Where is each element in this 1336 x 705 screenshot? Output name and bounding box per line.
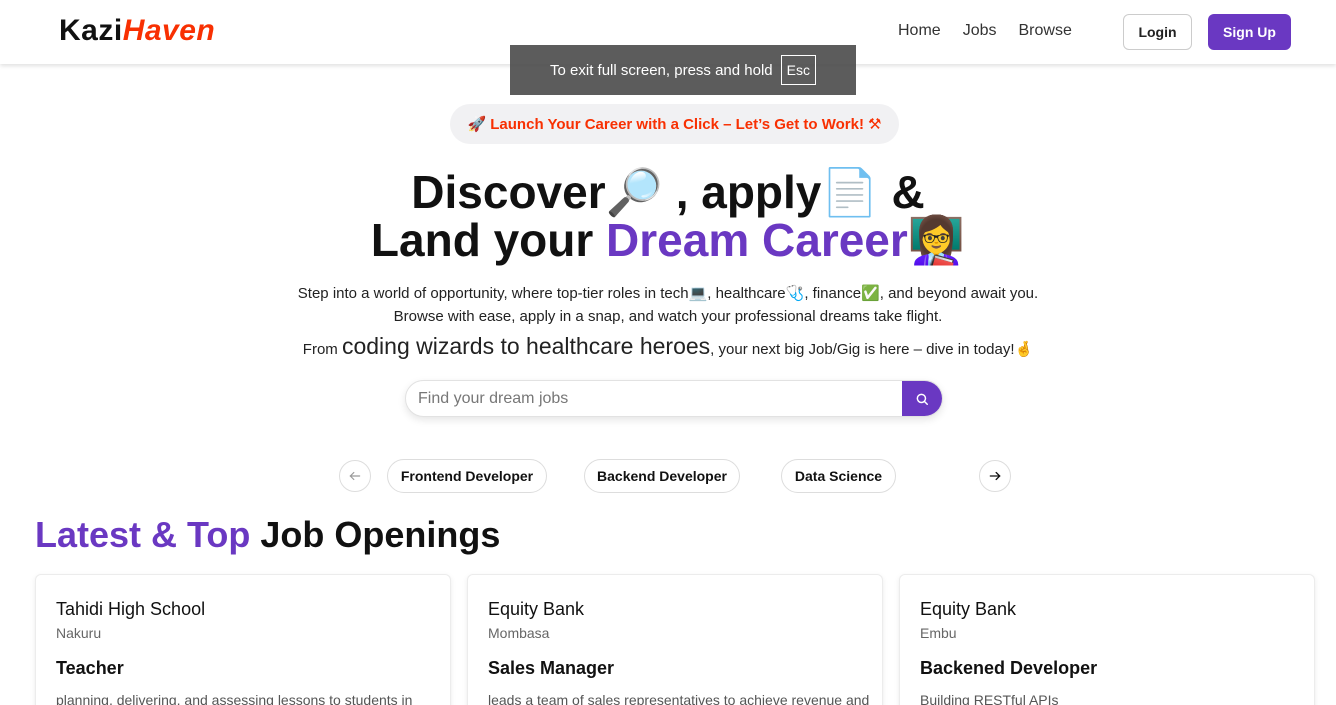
tools-icon: ⚒ xyxy=(867,115,882,133)
nav-link-jobs[interactable]: Jobs xyxy=(963,22,997,40)
section-title-rest: Job Openings xyxy=(260,514,501,555)
desc3-highlight: coding wizards to healthcare heroes xyxy=(341,333,711,359)
document-icon: 📄 xyxy=(821,165,879,219)
hero-description-line1: Step into a world of opportunity, where … xyxy=(0,284,1336,302)
heading-discover: Discover xyxy=(411,166,606,218)
job-description: leads a team of sales representatives to… xyxy=(488,692,870,705)
desc1-b: , healthcare xyxy=(707,285,786,302)
section-title-accent: Latest & Top xyxy=(35,514,251,555)
job-description: planning, delivering, and assessing less… xyxy=(56,692,413,705)
hero-description-line3: From coding wizards to healthcare heroes… xyxy=(0,333,1336,360)
category-chip-data-science[interactable]: Data Science xyxy=(781,459,896,493)
job-company: Tahidi High School xyxy=(56,599,206,619)
job-title: Backened Developer xyxy=(920,658,1098,678)
magnifier-icon: 🔎 xyxy=(605,165,663,219)
hero-heading-line2: Land your Dream Career👩‍🏫 xyxy=(0,214,1336,266)
desc3-prefix: From xyxy=(302,341,338,358)
job-company: Equity Bank xyxy=(920,599,1017,619)
heading-apply: , apply xyxy=(675,166,822,218)
fullscreen-exit-toast: To exit full screen, press and hold Esc xyxy=(510,45,856,95)
job-title: Teacher xyxy=(56,658,124,678)
teacher-icon: 👩‍🏫 xyxy=(907,213,966,267)
stethoscope-icon: 🩺 xyxy=(785,284,805,302)
job-card[interactable]: Tahidi High School Nakuru Teacher planni… xyxy=(35,574,451,705)
nav-link-browse[interactable]: Browse xyxy=(1018,22,1071,40)
signup-button[interactable]: Sign Up xyxy=(1208,14,1291,50)
hero-tagline: 🚀 Launch Your Career with a Click – Let’… xyxy=(450,104,899,144)
section-title: Latest & Top Job Openings xyxy=(35,514,500,556)
hero-heading-line1: Discover🔎 , apply📄 & xyxy=(0,166,1336,218)
search-bar xyxy=(405,380,943,417)
carousel-prev-button[interactable] xyxy=(339,460,371,492)
search-icon xyxy=(916,393,928,405)
search-input[interactable] xyxy=(406,381,904,416)
job-location: Mombasa xyxy=(488,625,550,641)
heading-dream-career: Dream Career xyxy=(606,214,908,266)
job-company: Equity Bank xyxy=(488,599,585,619)
desc1-d: , and beyond await you. xyxy=(879,285,1039,302)
arrow-left-icon xyxy=(349,471,361,481)
category-chip-backend[interactable]: Backend Developer xyxy=(584,459,740,493)
arrow-right-icon xyxy=(989,471,1001,481)
search-button[interactable] xyxy=(902,381,942,416)
laptop-icon: 💻 xyxy=(688,284,708,302)
tagline-text: Launch Your Career with a Click – Let’s … xyxy=(490,115,864,133)
login-button[interactable]: Login xyxy=(1123,14,1192,50)
job-card[interactable]: Equity Bank Embu Backened Developer Buil… xyxy=(899,574,1315,705)
crossed-fingers-icon: 🤞 xyxy=(1014,340,1034,358)
job-card[interactable]: Equity Bank Mombasa Sales Manager leads … xyxy=(467,574,883,705)
category-chip-frontend[interactable]: Frontend Developer xyxy=(387,459,547,493)
rocket-icon: 🚀 xyxy=(467,115,487,133)
job-location: Embu xyxy=(920,625,957,641)
logo[interactable]: KaziHaven xyxy=(59,14,215,48)
nav-links: Home Jobs Browse xyxy=(898,22,1072,40)
hero-description-line2: Browse with ease, apply in a snap, and w… xyxy=(393,308,943,325)
nav-link-home[interactable]: Home xyxy=(898,22,941,40)
job-title: Sales Manager xyxy=(488,658,615,678)
logo-part-haven: Haven xyxy=(122,14,216,47)
desc3-suffix: , your next big Job/Gig is here – dive i… xyxy=(710,341,1015,358)
esc-key-badge: Esc xyxy=(780,55,816,85)
job-location: Nakuru xyxy=(56,625,102,641)
check-icon: ✅ xyxy=(861,284,880,302)
heading-ampersand: & xyxy=(891,166,925,218)
logo-part-kazi: Kazi xyxy=(59,14,123,47)
desc1-a: Step into a world of opportunity, where … xyxy=(297,285,689,302)
job-description: Building RESTful APIs xyxy=(920,692,1059,705)
heading-land-your: Land your xyxy=(370,214,594,266)
fullscreen-toast-text: To exit full screen, press and hold xyxy=(550,61,773,79)
carousel-next-button[interactable] xyxy=(979,460,1011,492)
desc1-c: , finance xyxy=(804,285,862,302)
